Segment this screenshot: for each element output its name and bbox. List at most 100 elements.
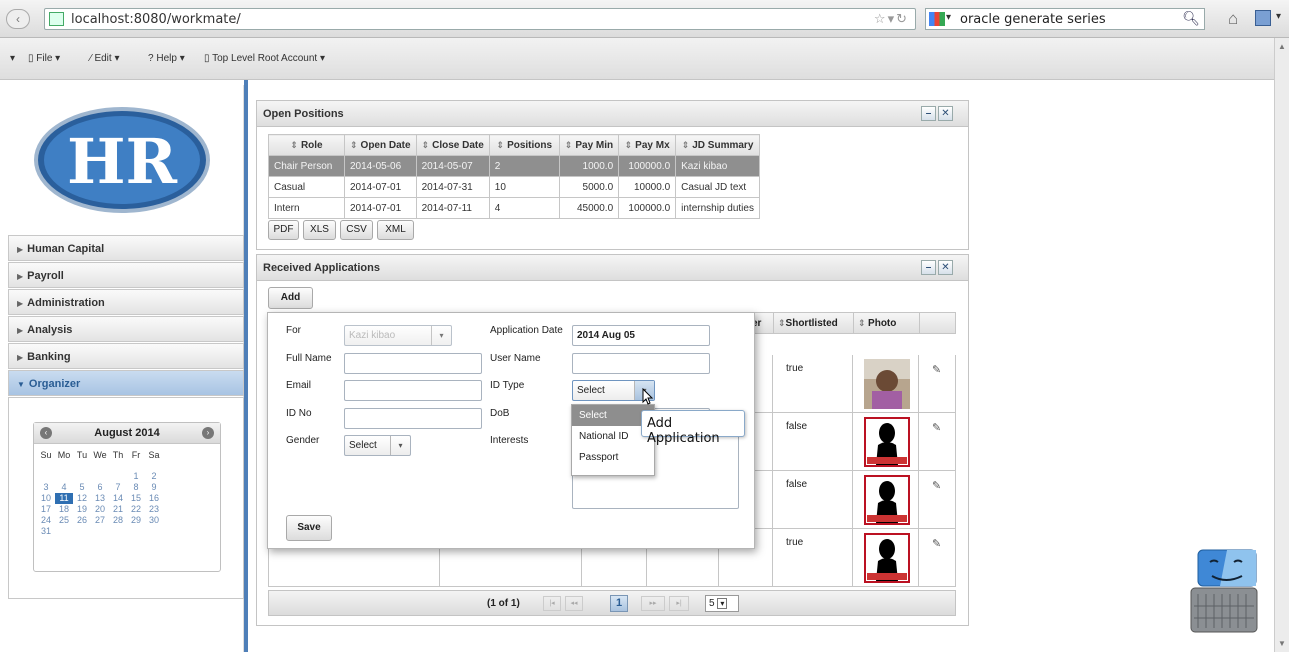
calendar-day[interactable]: 30 bbox=[145, 515, 163, 526]
scroll-up-icon[interactable]: ▲ bbox=[1278, 42, 1286, 51]
edit-icon[interactable]: ✎ bbox=[932, 537, 941, 550]
chevron-right-icon: ▶ bbox=[17, 353, 24, 362]
search-icon[interactable]: 🔍︎ bbox=[1182, 10, 1200, 27]
calendar-day[interactable]: 13 bbox=[91, 493, 109, 504]
calendar-day[interactable]: 21 bbox=[109, 504, 127, 515]
calendar-day[interactable]: 12 bbox=[73, 493, 91, 504]
menu-collapse-icon[interactable]: ▾ bbox=[10, 53, 15, 64]
calendar-day[interactable]: 17 bbox=[37, 504, 55, 515]
column-header-shortlisted[interactable]: ⇕Shortlisted bbox=[773, 313, 853, 333]
google-icon[interactable] bbox=[929, 12, 945, 26]
calendar-day[interactable]: 28 bbox=[109, 515, 127, 526]
calendar-day[interactable]: 26 bbox=[73, 515, 91, 526]
calendar-day[interactable]: 20 bbox=[91, 504, 109, 515]
idno-field[interactable] bbox=[344, 408, 482, 429]
minimize-icon[interactable]: – bbox=[921, 260, 936, 275]
sidebar-item-payroll[interactable]: ▶ Payroll bbox=[8, 262, 244, 288]
calendar-day[interactable]: 7 bbox=[109, 482, 127, 493]
search-bar[interactable]: ▾ oracle generate series 🔍︎ bbox=[925, 8, 1205, 30]
calendar-day[interactable]: 4 bbox=[55, 482, 73, 493]
calendar-day[interactable]: 27 bbox=[91, 515, 109, 526]
calendar-day[interactable]: 2 bbox=[145, 471, 163, 482]
column-header[interactable]: ⇕ Pay Min bbox=[558, 134, 620, 156]
column-header[interactable]: ⇕ JD Summary bbox=[675, 134, 760, 156]
page-1-button[interactable]: 1 bbox=[610, 595, 628, 612]
export-xml-button[interactable]: XML bbox=[377, 220, 414, 240]
sidebar-item-human-capital[interactable]: ▶ Human Capital bbox=[8, 235, 244, 261]
export-pdf-button[interactable]: PDF bbox=[268, 220, 299, 240]
table-cell: internship duties bbox=[675, 197, 760, 219]
calendar-day[interactable]: 22 bbox=[127, 504, 145, 515]
calendar-day[interactable]: 10 bbox=[37, 493, 55, 504]
calendar-day[interactable]: 11 bbox=[55, 493, 73, 504]
scroll-down-icon[interactable]: ▼ bbox=[1278, 639, 1286, 648]
username-field[interactable] bbox=[572, 353, 710, 374]
column-header[interactable]: ⇕ Open Date bbox=[344, 134, 417, 156]
calendar-day[interactable]: 15 bbox=[127, 493, 145, 504]
menu-file[interactable]: ▯ File ▾ bbox=[28, 53, 60, 64]
calendar-day[interactable]: 24 bbox=[37, 515, 55, 526]
add-application-button[interactable]: Add bbox=[268, 287, 313, 309]
prev-page-icon[interactable]: ◂◂ bbox=[565, 596, 583, 611]
sidebar-item-banking[interactable]: ▶ Banking bbox=[8, 343, 244, 369]
close-icon[interactable]: ✕ bbox=[938, 260, 953, 275]
calendar-day[interactable]: 1 bbox=[127, 471, 145, 482]
close-icon[interactable]: ✕ bbox=[938, 106, 953, 121]
first-page-icon[interactable]: |◂ bbox=[543, 596, 561, 611]
calendar-day[interactable]: 3 bbox=[37, 482, 55, 493]
calendar-day[interactable]: 8 bbox=[127, 482, 145, 493]
chevron-down-icon[interactable]: ▾ bbox=[1276, 11, 1281, 22]
column-header[interactable]: ⇕ Role bbox=[268, 134, 345, 156]
sidebar-divider[interactable] bbox=[244, 80, 248, 652]
engine-dropdown-icon[interactable]: ▾ bbox=[946, 12, 951, 23]
home-icon[interactable]: ⌂ bbox=[1228, 9, 1238, 29]
calendar-day[interactable]: 18 bbox=[55, 504, 73, 515]
menu-edit[interactable]: ⁄ Edit ▾ bbox=[90, 53, 120, 64]
calendar-day[interactable]: 16 bbox=[145, 493, 163, 504]
finder-dock-icon[interactable] bbox=[1190, 548, 1262, 634]
column-header[interactable]: ⇕ Close Date bbox=[415, 134, 490, 156]
idtype-option-passport[interactable]: Passport bbox=[572, 447, 654, 468]
last-page-icon[interactable]: ▸| bbox=[669, 596, 689, 611]
calendar-day[interactable]: 19 bbox=[73, 504, 91, 515]
calendar-day[interactable]: 31 bbox=[37, 526, 55, 537]
edit-icon[interactable]: ✎ bbox=[932, 479, 941, 492]
save-button[interactable]: Save bbox=[286, 515, 332, 541]
sidebar-item-administration[interactable]: ▶ Administration bbox=[8, 289, 244, 315]
table-row[interactable]: Intern 2014-07-01 2014-07-11 4 45000.0 100000… bbox=[268, 197, 760, 219]
table-row[interactable]: Chair Person 2014-05-06 2014-05-07 2 1000.0 1… bbox=[268, 155, 760, 177]
menu-help[interactable]: ? Help ▾ bbox=[148, 53, 185, 64]
address-bar[interactable]: localhost:8080/workmate/ ☆▾↻ bbox=[44, 8, 916, 30]
table-row[interactable]: Casual 2014-07-01 2014-07-31 10 5000.0 10000.… bbox=[268, 176, 760, 198]
rows-per-page-select[interactable]: 5 ▾ bbox=[705, 595, 739, 612]
calendar-day[interactable]: 29 bbox=[127, 515, 145, 526]
appdate-field[interactable]: 2014 Aug 05 bbox=[572, 325, 710, 346]
edit-icon[interactable]: ✎ bbox=[932, 363, 941, 376]
addon-icon[interactable] bbox=[1255, 10, 1271, 26]
bookmark-star-icon[interactable]: ☆▾↻ bbox=[874, 11, 909, 27]
calendar-day[interactable]: 6 bbox=[91, 482, 109, 493]
back-icon[interactable]: ‹ bbox=[6, 9, 30, 29]
calendar-day[interactable]: 5 bbox=[73, 482, 91, 493]
fullname-field[interactable] bbox=[344, 353, 482, 374]
sidebar-item-organizer[interactable]: ▼ Organizer bbox=[8, 370, 244, 396]
gender-select[interactable]: Select ▾ bbox=[344, 435, 411, 456]
column-header[interactable]: ⇕ Positions bbox=[488, 134, 560, 156]
calendar-day[interactable]: 23 bbox=[145, 504, 163, 515]
column-header[interactable]: ⇕ Pay Mx bbox=[618, 134, 677, 156]
edit-icon[interactable]: ✎ bbox=[932, 421, 941, 434]
next-page-icon[interactable]: ▸▸ bbox=[641, 596, 665, 611]
menu-account[interactable]: ▯ Top Level Root Account ▾ bbox=[204, 53, 325, 64]
minimize-icon[interactable]: – bbox=[921, 106, 936, 121]
calendar-day[interactable]: 14 bbox=[109, 493, 127, 504]
export-csv-button[interactable]: CSV bbox=[340, 220, 373, 240]
rows-per-page-value: 5 bbox=[709, 598, 715, 609]
vertical-scrollbar[interactable]: ▲ ▼ bbox=[1274, 38, 1289, 652]
email-field[interactable] bbox=[344, 380, 482, 401]
calendar-day[interactable]: 25 bbox=[55, 515, 73, 526]
export-xls-button[interactable]: XLS bbox=[303, 220, 336, 240]
sidebar-item-analysis[interactable]: ▶ Analysis bbox=[8, 316, 244, 342]
calendar-next-icon[interactable]: › bbox=[202, 427, 214, 439]
column-header-photo[interactable]: ⇕ Photo bbox=[853, 313, 919, 333]
calendar-day[interactable]: 9 bbox=[145, 482, 163, 493]
